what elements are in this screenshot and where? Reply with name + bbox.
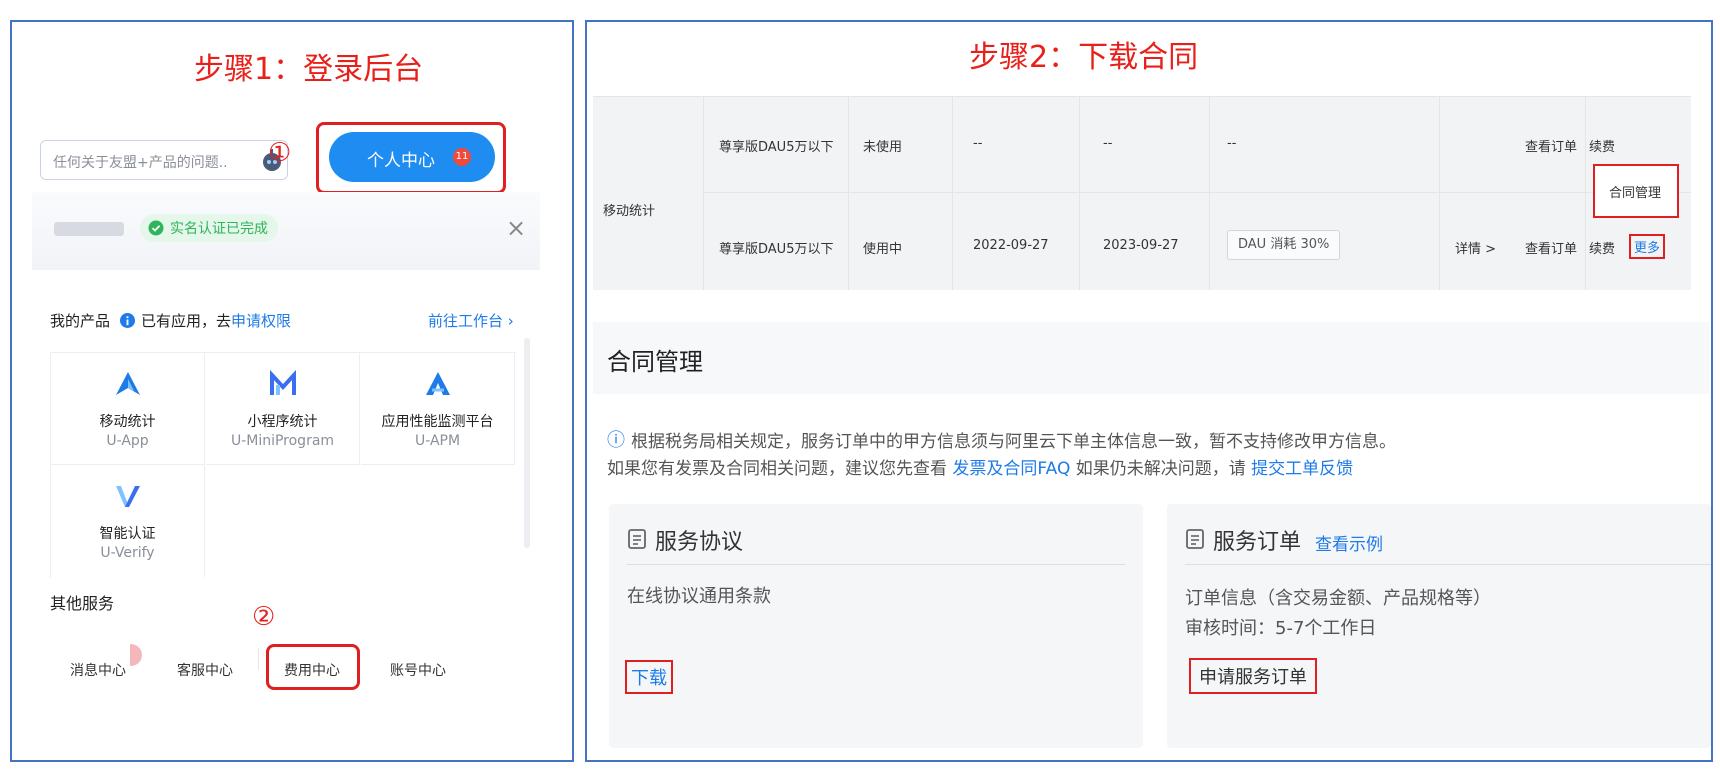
view-example-link[interactable]: 查看示例	[1315, 530, 1383, 555]
blurred-name	[54, 222, 124, 236]
row2-edition: 尊享版DAU5万以下	[719, 242, 834, 257]
card2-divider	[1185, 564, 1711, 565]
contract-title: 合同管理	[607, 348, 703, 376]
card1-divider	[627, 564, 1125, 565]
product-u-miniprogram[interactable]: 小程序统计 U-MiniProgram	[206, 353, 360, 465]
more-dropdown: 合同管理	[1593, 164, 1679, 218]
product-u-app[interactable]: 移动统计 U-App	[51, 353, 205, 465]
group-label: 移动统计	[603, 204, 656, 219]
service-order-card: 服务订单 查看示例 订单信息（含交易金额、产品规格等） 审核时间：5-7个工作日…	[1167, 504, 1711, 748]
row2-status: 使用中	[863, 242, 903, 257]
my-products-label: 我的产品	[50, 312, 111, 330]
notice-info-icon: ⓘ	[607, 430, 625, 451]
notice-line-2: 如果您有发票及合同相关问题，建议您先查看 发票及合同FAQ 如果仍未解决问题，请…	[607, 454, 1353, 479]
row1-renew-link[interactable]: 续费	[1589, 136, 1615, 155]
u-miniprogram-icon	[270, 369, 296, 395]
red-dot-decoration	[130, 644, 142, 666]
notice-line-1: ⓘ 根据税务局相关规定，服务订单中的甲方信息须与阿里云下单主体信息一致，暂不支持…	[607, 426, 1396, 452]
card1-title: 服务协议	[655, 530, 744, 555]
product-name: 应用性能监测平台	[381, 414, 494, 430]
product-name: 移动统计	[99, 414, 156, 430]
u-app-icon	[116, 372, 140, 395]
product-sub: U-APM	[414, 433, 461, 449]
step-marker-2: ②	[252, 602, 276, 632]
notice-text-2: 如果您有发票及合同相关问题，建议您先查看	[607, 459, 947, 479]
step2-panel: 步骤2：下载合同 移动统计 尊享版DAU5万以下 未使用 -- -- -- 查看…	[585, 20, 1713, 762]
personal-center-label: 个人中心	[367, 151, 435, 171]
service-message-center[interactable]: 消息中心	[70, 660, 126, 680]
account-banner: 实名认证已完成 ×	[32, 192, 540, 270]
apply-service-order-button[interactable]: 申请服务订单	[1189, 658, 1317, 694]
order-table: 移动统计 尊享版DAU5万以下 未使用 -- -- -- 查看订单 续费 合同管…	[593, 96, 1691, 290]
notice-text-1: 根据税务局相关规定，服务订单中的甲方信息须与阿里云下单主体信息一致，暂不支持修改…	[631, 431, 1396, 452]
close-icon[interactable]: ×	[506, 214, 526, 242]
step1-panel: 步骤1：登录后台 任何关于友盟+产品的问题.. ① 个人中心 11 实名认证已完…	[10, 20, 574, 762]
u-verify-icon	[116, 486, 140, 507]
row1-edition: 尊享版DAU5万以下	[719, 140, 834, 155]
row2-view-order-link[interactable]: 查看订单	[1525, 238, 1577, 257]
document-icon	[1186, 529, 1204, 549]
product-sub: U-MiniProgram	[230, 433, 335, 449]
card2-text-1: 订单信息（含交易金额、产品规格等）	[1185, 588, 1491, 609]
my-products-header: 我的产品 已有应用，去 申请权限	[50, 310, 291, 331]
step-marker-1: ①	[268, 138, 292, 168]
search-placeholder: 任何关于友盟+产品的问题..	[53, 155, 228, 171]
scrollbar[interactable]	[524, 338, 530, 548]
info-icon	[120, 313, 136, 328]
row1-start: --	[973, 136, 983, 151]
download-button[interactable]: 下载	[625, 660, 673, 694]
row2-renew-link[interactable]: 续费	[1589, 238, 1615, 257]
contract-header: 合同管理	[593, 322, 1709, 394]
document-icon	[628, 529, 646, 549]
product-name: 智能认证	[99, 526, 156, 542]
product-sub: U-Verify	[100, 545, 155, 561]
service-support-center[interactable]: 客服中心	[177, 660, 233, 680]
goto-workbench-link[interactable]: 前往工作台 ›	[428, 310, 514, 331]
product-u-apm[interactable]: 应用性能监测平台 U-APM	[361, 353, 515, 465]
verified-badge: 实名认证已完成	[140, 214, 278, 242]
verified-label: 实名认证已完成	[170, 221, 268, 237]
card2-title: 服务订单	[1213, 530, 1302, 555]
service-agreement-card: 服务协议 在线协议通用条款 下载	[609, 504, 1143, 748]
product-u-verify[interactable]: 智能认证 U-Verify	[51, 465, 205, 577]
divider	[258, 648, 259, 670]
row1-usage: --	[1227, 136, 1237, 151]
search-input[interactable]: 任何关于友盟+产品的问题..	[40, 140, 288, 180]
notice-text-3: 如果仍未解决问题，请	[1075, 459, 1246, 479]
other-services-label: 其他服务	[50, 594, 115, 613]
apply-permission-link[interactable]: 申请权限	[231, 310, 291, 331]
submit-ticket-link[interactable]: 提交工单反馈	[1251, 459, 1353, 479]
usage-pill: DAU 消耗 30%	[1227, 230, 1341, 260]
row2-end: 2023-09-27	[1103, 238, 1179, 253]
product-name: 小程序统计	[247, 414, 318, 430]
row1-status: 未使用	[863, 140, 903, 155]
faq-link[interactable]: 发票及合同FAQ	[952, 459, 1070, 479]
more-button[interactable]: 更多	[1629, 234, 1666, 259]
card1-text: 在线协议通用条款	[627, 586, 771, 607]
row1-end: --	[1103, 136, 1113, 151]
step1-title: 步骤1：登录后台	[194, 52, 424, 87]
u-apm-icon	[426, 372, 450, 395]
service-account-center[interactable]: 账号中心	[390, 660, 446, 680]
product-sub: U-App	[106, 433, 149, 449]
contract-management-menu-item[interactable]: 合同管理	[1609, 182, 1661, 201]
service-billing-center[interactable]: 费用中心	[284, 660, 340, 680]
row2-start: 2022-09-27	[973, 238, 1049, 253]
row1-view-order-link[interactable]: 查看订单	[1525, 136, 1577, 155]
check-circle-icon	[148, 220, 164, 236]
personal-center-button[interactable]: 个人中心 11	[329, 132, 495, 182]
notification-badge: 11	[453, 148, 471, 166]
step2-title: 步骤2：下载合同	[969, 40, 1199, 75]
row2-detail-link[interactable]: 详情 >	[1455, 238, 1496, 257]
card2-text-2: 审核时间：5-7个工作日	[1185, 618, 1377, 639]
applied-text: 已有应用，去	[141, 312, 232, 330]
